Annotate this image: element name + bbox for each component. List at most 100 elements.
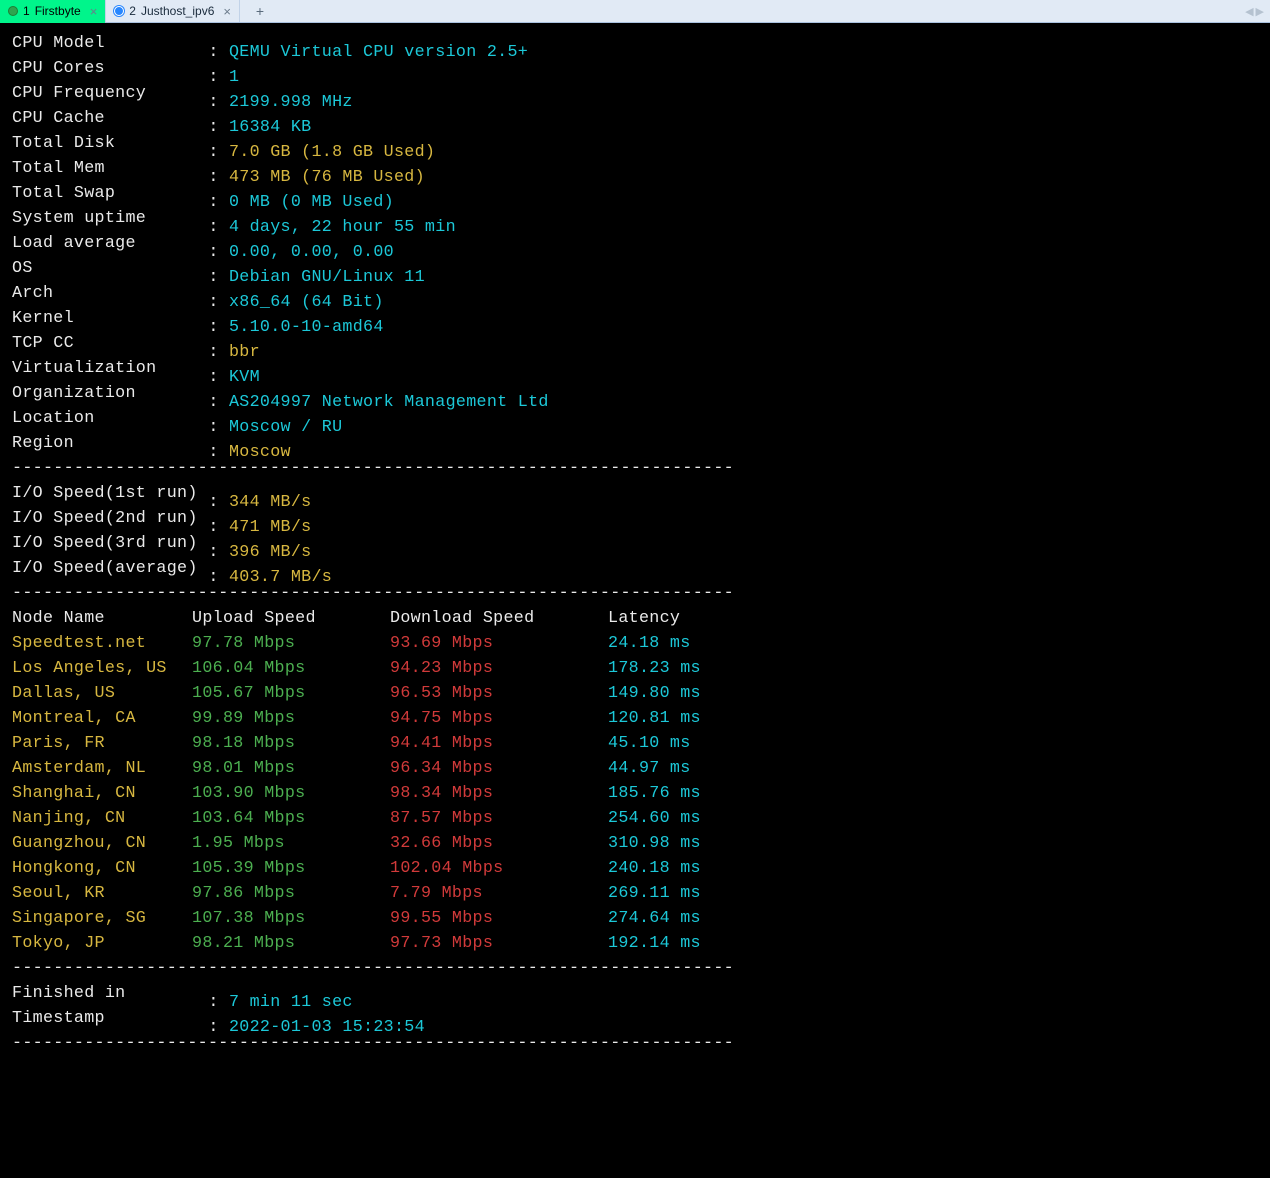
- speed-node: Speedtest.net: [12, 631, 192, 656]
- speed-node: Shanghai, CN: [12, 781, 192, 806]
- terminal-line: Shanghai, CN103.90 Mbps98.34 Mbps185.76 …: [12, 781, 1270, 806]
- terminal-line: Los Angeles, US106.04 Mbps94.23 Mbps178.…: [12, 656, 1270, 681]
- chevron-right-icon[interactable]: ▶: [1256, 5, 1264, 18]
- plus-icon: +: [256, 3, 264, 19]
- speed-latency: 185.76 ms: [608, 781, 701, 806]
- header-node: Node Name: [12, 606, 192, 631]
- speed-node: Amsterdam, NL: [12, 756, 192, 781]
- speed-download: 94.41 Mbps: [390, 731, 608, 756]
- terminal-line: Virtualization : KVM: [12, 356, 1270, 381]
- speed-node: Nanjing, CN: [12, 806, 192, 831]
- speed-download: 97.73 Mbps: [390, 931, 608, 956]
- speed-download: 99.55 Mbps: [390, 906, 608, 931]
- speed-upload: 97.86 Mbps: [192, 881, 390, 906]
- speed-download: 93.69 Mbps: [390, 631, 608, 656]
- terminal-line: Total Swap : 0 MB (0 MB Used): [12, 181, 1270, 206]
- terminal-line: Amsterdam, NL98.01 Mbps96.34 Mbps44.97 m…: [12, 756, 1270, 781]
- speed-upload: 106.04 Mbps: [192, 656, 390, 681]
- terminal-line: Region : Moscow: [12, 431, 1270, 456]
- terminal-line: I/O Speed(2nd run) : 471 MB/s: [12, 506, 1270, 531]
- terminal-line: Kernel : 5.10.0-10-amd64: [12, 306, 1270, 331]
- terminal-line: I/O Speed(average) : 403.7 MB/s: [12, 556, 1270, 581]
- terminal-line: Total Disk : 7.0 GB (1.8 GB Used): [12, 131, 1270, 156]
- terminal-line: CPU Cache : 16384 KB: [12, 106, 1270, 131]
- sysinfo-label: CPU Cores: [12, 56, 198, 81]
- terminal-line: ----------------------------------------…: [12, 1031, 1270, 1056]
- io-label: I/O Speed(3rd run): [12, 531, 198, 556]
- speed-upload: 98.21 Mbps: [192, 931, 390, 956]
- footer-label: Timestamp: [12, 1006, 198, 1031]
- new-tab-button[interactable]: +: [240, 0, 280, 22]
- separator: ----------------------------------------…: [12, 959, 734, 978]
- speed-latency: 44.97 ms: [608, 756, 691, 781]
- speed-download: 94.75 Mbps: [390, 706, 608, 731]
- sysinfo-label: TCP CC: [12, 331, 198, 356]
- terminal-line: Timestamp : 2022-01-03 15:23:54: [12, 1006, 1270, 1031]
- terminal-line: Speedtest.net97.78 Mbps93.69 Mbps24.18 m…: [12, 631, 1270, 656]
- speed-download: 96.34 Mbps: [390, 756, 608, 781]
- separator: ----------------------------------------…: [12, 459, 734, 478]
- io-label: I/O Speed(1st run): [12, 481, 198, 506]
- sysinfo-label: CPU Cache: [12, 106, 198, 131]
- speed-latency: 269.11 ms: [608, 881, 701, 906]
- terminal-line: Node NameUpload SpeedDownload SpeedLaten…: [12, 606, 1270, 631]
- terminal-line: Singapore, SG107.38 Mbps99.55 Mbps274.64…: [12, 906, 1270, 931]
- speed-upload: 103.90 Mbps: [192, 781, 390, 806]
- sysinfo-label: Virtualization: [12, 356, 198, 381]
- terminal-line: I/O Speed(3rd run) : 396 MB/s: [12, 531, 1270, 556]
- sysinfo-label: OS: [12, 256, 198, 281]
- separator: ----------------------------------------…: [12, 584, 734, 603]
- speed-upload: 97.78 Mbps: [192, 631, 390, 656]
- sysinfo-label: Load average: [12, 231, 198, 256]
- tab-label: Justhost_ipv6: [141, 4, 214, 18]
- speed-upload: 103.64 Mbps: [192, 806, 390, 831]
- speed-node: Tokyo, JP: [12, 931, 192, 956]
- speed-download: 102.04 Mbps: [390, 856, 608, 881]
- terminal-line: ----------------------------------------…: [12, 581, 1270, 606]
- terminal-line: Load average : 0.00, 0.00, 0.00: [12, 231, 1270, 256]
- speed-upload: 99.89 Mbps: [192, 706, 390, 731]
- sysinfo-label: Total Disk: [12, 131, 198, 156]
- tab-firstbyte[interactable]: 1 Firstbyte ×: [0, 0, 106, 22]
- tab-scroll-arrows: ◀ ▶: [1245, 0, 1270, 22]
- speed-latency: 254.60 ms: [608, 806, 701, 831]
- speed-download: 7.79 Mbps: [390, 881, 608, 906]
- speed-upload: 1.95 Mbps: [192, 831, 390, 856]
- sysinfo-label: System uptime: [12, 206, 198, 231]
- speed-upload: 105.39 Mbps: [192, 856, 390, 881]
- header-latency: Latency: [608, 606, 680, 631]
- speed-upload: 98.01 Mbps: [192, 756, 390, 781]
- speed-latency: 192.14 ms: [608, 931, 701, 956]
- terminal-line: CPU Cores : 1: [12, 56, 1270, 81]
- terminal-line: Arch : x86_64 (64 Bit): [12, 281, 1270, 306]
- close-icon[interactable]: ×: [90, 4, 98, 19]
- speed-node: Singapore, SG: [12, 906, 192, 931]
- chevron-left-icon[interactable]: ◀: [1245, 5, 1253, 18]
- speed-node: Hongkong, CN: [12, 856, 192, 881]
- terminal-line: Hongkong, CN105.39 Mbps102.04 Mbps240.18…: [12, 856, 1270, 881]
- sysinfo-label: Region: [12, 431, 198, 456]
- speed-node: Paris, FR: [12, 731, 192, 756]
- tab-label: Firstbyte: [35, 4, 81, 18]
- tab-justhost-ipv6[interactable]: 2 Justhost_ipv6 ×: [106, 0, 240, 22]
- header-upload: Upload Speed: [192, 606, 390, 631]
- speed-node: Seoul, KR: [12, 881, 192, 906]
- terminal-line: Paris, FR98.18 Mbps94.41 Mbps45.10 ms: [12, 731, 1270, 756]
- sysinfo-label: CPU Frequency: [12, 81, 198, 106]
- status-dot-icon: [114, 6, 124, 16]
- close-icon[interactable]: ×: [223, 4, 231, 19]
- sysinfo-value: QEMU Virtual CPU version 2.5+: [229, 43, 528, 62]
- sysinfo-label: Total Swap: [12, 181, 198, 206]
- speed-download: 96.53 Mbps: [390, 681, 608, 706]
- tab-bar: 1 Firstbyte × 2 Justhost_ipv6 × + ◀ ▶: [0, 0, 1270, 23]
- footer-label: Finished in: [12, 981, 198, 1006]
- speed-download: 87.57 Mbps: [390, 806, 608, 831]
- terminal-line: Seoul, KR97.86 Mbps7.79 Mbps269.11 ms: [12, 881, 1270, 906]
- terminal-line: CPU Model : QEMU Virtual CPU version 2.5…: [12, 31, 1270, 56]
- speed-latency: 45.10 ms: [608, 731, 691, 756]
- tab-number: 1: [23, 4, 30, 18]
- terminal-line: Dallas, US105.67 Mbps96.53 Mbps149.80 ms: [12, 681, 1270, 706]
- sysinfo-label: Kernel: [12, 306, 198, 331]
- terminal-line: OS : Debian GNU/Linux 11: [12, 256, 1270, 281]
- status-dot-icon: [8, 6, 18, 16]
